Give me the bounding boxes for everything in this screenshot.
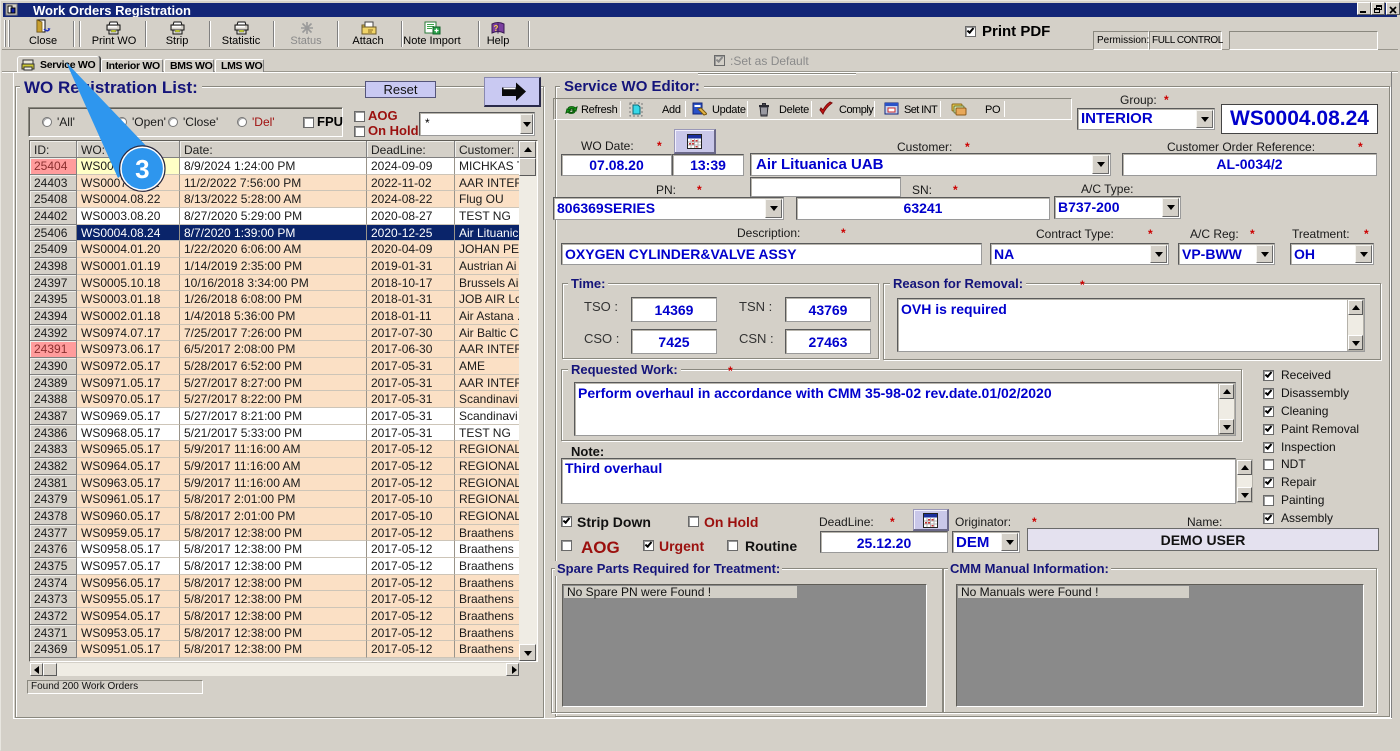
svg-text:?: ?	[494, 24, 499, 33]
svg-text:3: 3	[135, 154, 149, 184]
